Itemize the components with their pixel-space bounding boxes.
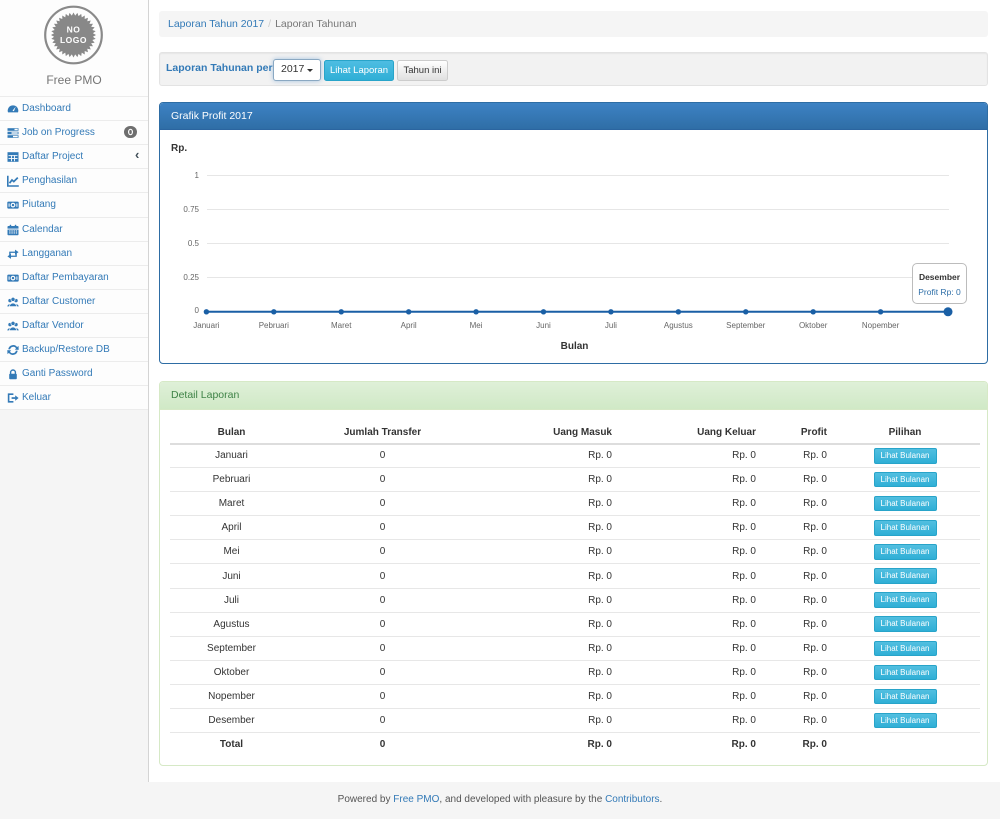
svg-text:LOGO: LOGO: [60, 35, 87, 45]
svg-text:NO: NO: [67, 25, 81, 35]
